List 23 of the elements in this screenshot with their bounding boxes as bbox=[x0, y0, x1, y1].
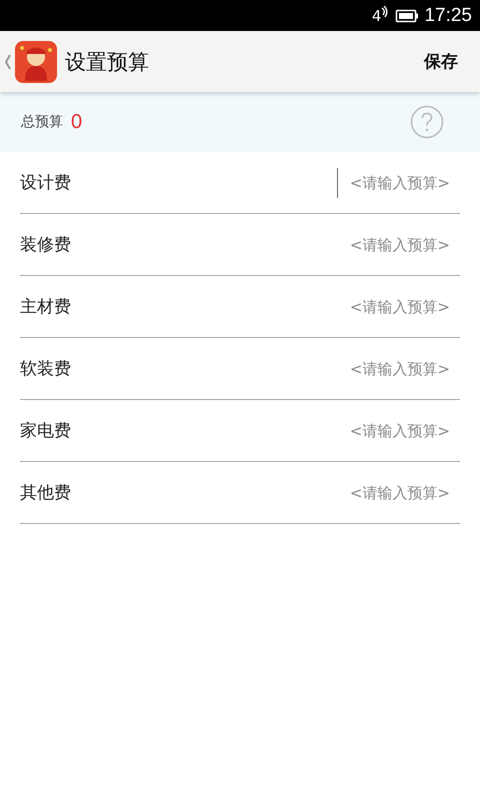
save-button[interactable]: 保存 bbox=[420, 46, 462, 77]
budget-input-field[interactable]: <请输入预算> bbox=[337, 416, 450, 446]
budget-input-field[interactable]: <请输入预算> bbox=[337, 168, 450, 198]
budget-input-field[interactable]: <请输入预算> bbox=[337, 354, 450, 384]
budget-item-label: 主材费 bbox=[20, 296, 72, 318]
clock: 17:25 bbox=[424, 4, 472, 26]
budget-item-label: 家电费 bbox=[20, 420, 72, 442]
total-budget-label: 总预算 bbox=[21, 113, 63, 131]
signal-icon bbox=[381, 6, 390, 18]
budget-item-label: 软装费 bbox=[20, 358, 72, 380]
app-icon bbox=[15, 40, 57, 82]
page-title: 设置预算 bbox=[65, 48, 150, 76]
back-chevron-icon bbox=[5, 54, 11, 70]
text-cursor bbox=[337, 172, 338, 192]
network-indicator: 4 bbox=[372, 6, 382, 24]
budget-item-label: 其他费 bbox=[20, 482, 72, 504]
budget-input-field[interactable]: <请输入预算> bbox=[337, 292, 450, 322]
total-budget-value: 0 bbox=[71, 110, 84, 134]
budget-input-field[interactable]: <请输入预算> bbox=[337, 230, 450, 260]
budget-input-field[interactable]: <请输入预算> bbox=[337, 478, 450, 508]
battery-icon bbox=[395, 8, 420, 22]
budget-item-label: 装修费 bbox=[20, 234, 72, 256]
budget-item-label: 设计费 bbox=[20, 172, 72, 194]
